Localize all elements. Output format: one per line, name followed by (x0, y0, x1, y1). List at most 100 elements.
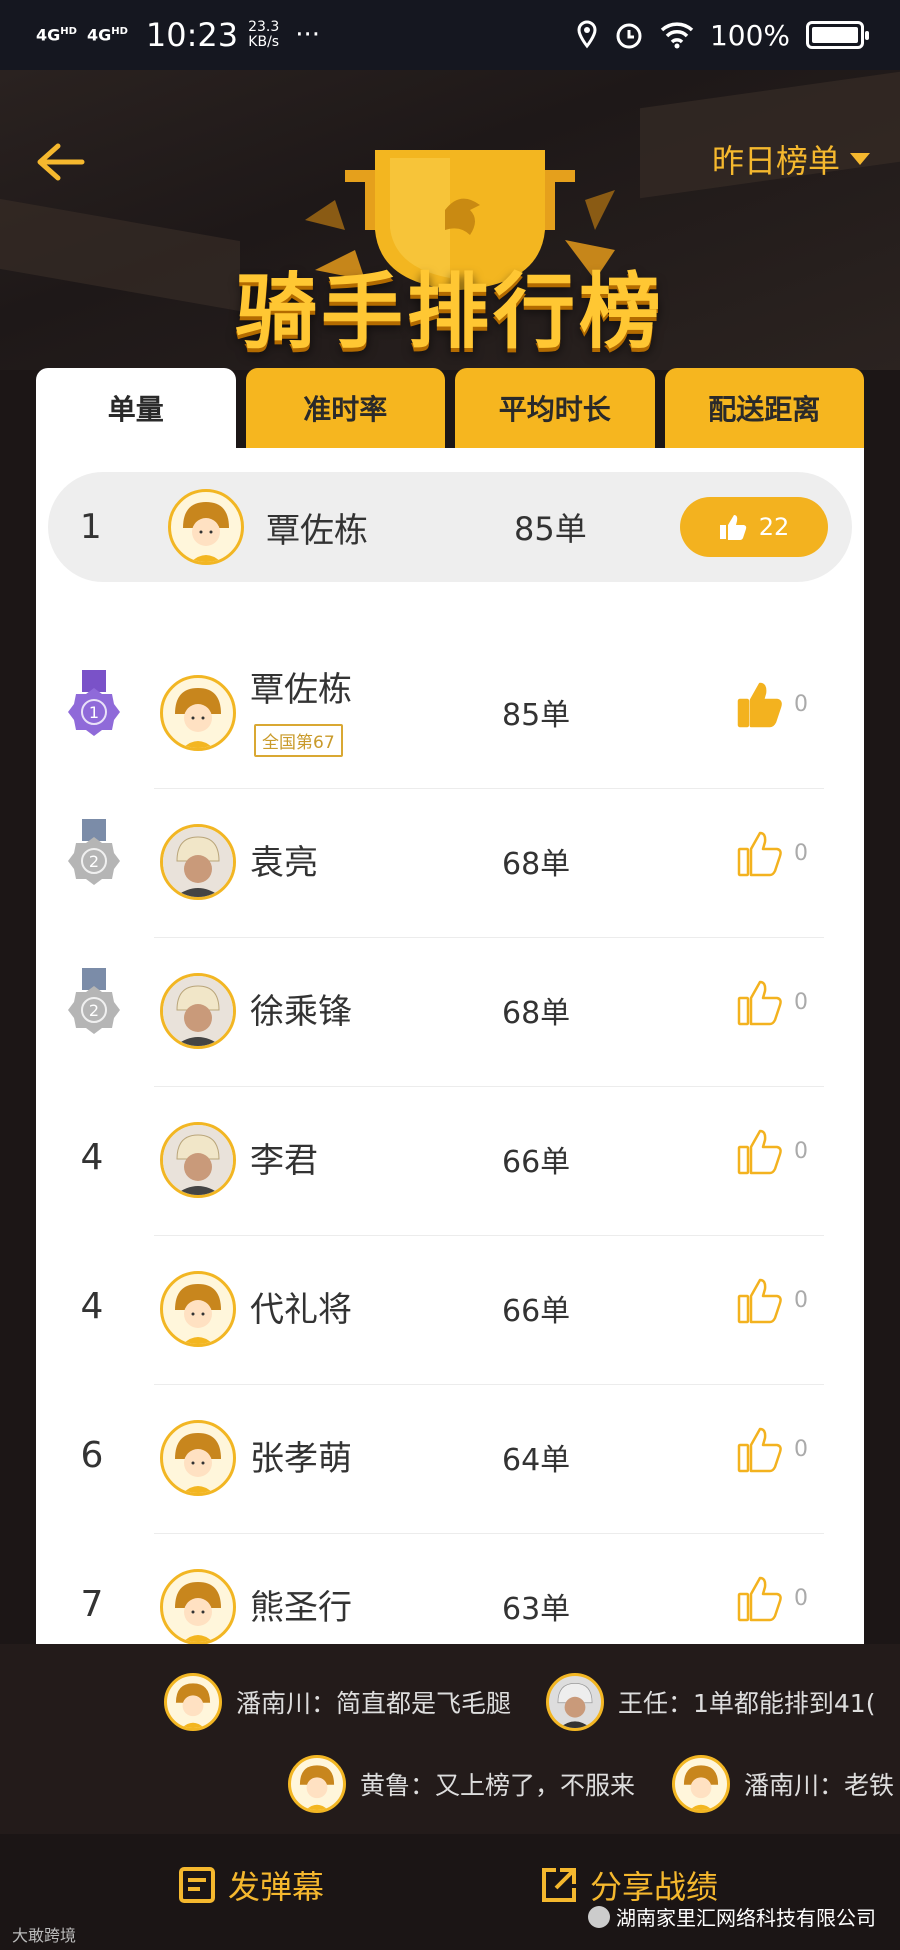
like-count: 0 (794, 1288, 808, 1313)
tab-average-duration[interactable]: 平均时长 (455, 368, 655, 448)
network-indicator-1: 4GHD (36, 25, 77, 45)
like-count: 0 (794, 692, 808, 717)
bottom-bar: 发弹幕 分享战绩 湖南家里汇网络科技有限公司 大敢跨境 (0, 1834, 900, 1950)
silver-medal-icon: 2 (68, 819, 120, 885)
network-indicator-2: 4GHD (86, 25, 128, 45)
avatar (160, 1122, 236, 1198)
watermark: 湖南家里汇网络科技有限公司 (588, 1902, 876, 1931)
table-row: 6 张孝萌 64单 0 (36, 1385, 864, 1534)
medal-number: 2 (89, 852, 99, 871)
danmu-item: 潘南川：老铁 (672, 1755, 895, 1813)
danmu-text: 王任：1单都能排到41( (618, 1689, 876, 1718)
danmu-text: 潘南川：简直都是飞毛腿 (236, 1689, 512, 1718)
order-count: 68单 (502, 996, 571, 1031)
danmu-item: 潘南川：简直都是飞毛腿 (164, 1673, 512, 1731)
my-like-button[interactable]: 22 (680, 497, 828, 557)
watermark-text: 湖南家里汇网络科技有限公司 (616, 1906, 876, 1930)
order-count: 64单 (502, 1443, 571, 1478)
avatar (672, 1755, 730, 1813)
rider-name: 徐乘锋 (250, 992, 352, 1032)
rider-name: 熊圣行 (250, 1588, 352, 1628)
danmu-item: 王任：1单都能排到41( (546, 1673, 876, 1731)
avatar (160, 973, 236, 1049)
send-danmu-button[interactable]: 发弹幕 (178, 1862, 324, 1908)
wechat-icon (588, 1905, 610, 1928)
avatar (160, 675, 236, 751)
avatar (160, 1420, 236, 1496)
battery-icon (806, 21, 869, 49)
period-selector[interactable]: 昨日榜单 (712, 136, 870, 182)
avatar (168, 489, 244, 565)
header-banner: 昨日榜单 骑手排行榜 (0, 70, 900, 370)
table-row: 4 李君 66单 0 (36, 1087, 864, 1236)
brand-logo: 大敢跨境 (12, 1926, 77, 1945)
my-orders: 85单 (514, 510, 587, 548)
rider-name: 袁亮 (250, 843, 318, 883)
medal-number: 1 (89, 703, 99, 722)
order-count: 63单 (502, 1592, 571, 1627)
medal-number: 2 (89, 1001, 99, 1020)
thumbs-up-icon[interactable] (736, 1127, 786, 1177)
rank-number: 4 (80, 1286, 104, 1327)
danmu-text: 潘南川：老铁 (744, 1771, 895, 1800)
status-bar: 4GHD 4GHD 10:23 23.3 KB/s ··· 100% (0, 0, 900, 70)
danmu-text: 黄鲁：又上榜了，不服来 (360, 1771, 636, 1800)
more-notifications-icon: ··· (295, 20, 321, 50)
avatar (160, 1271, 236, 1347)
back-arrow-icon[interactable] (34, 140, 86, 184)
gold-medal-icon: 1 (68, 670, 120, 736)
ranking-panel: 1 覃佐栋 85单 22 1 覃佐栋 全国第67 85单 0 2 袁亮 68单 … (36, 448, 864, 1644)
thumbs-up-icon (719, 515, 746, 540)
thumbs-up-icon[interactable] (736, 829, 786, 879)
rider-list: 1 覃佐栋 全国第67 85单 0 2 袁亮 68单 0 2 徐乘锋 68单 0… (36, 640, 864, 1644)
order-count: 68单 (502, 847, 571, 882)
alarm-icon (616, 23, 642, 49)
like-count: 0 (794, 1586, 808, 1611)
avatar (164, 1673, 222, 1731)
rider-name: 张孝萌 (250, 1439, 352, 1479)
rank-number: 7 (80, 1584, 104, 1625)
chevron-down-icon (850, 153, 870, 165)
like-count: 0 (794, 1437, 808, 1462)
like-count: 0 (794, 1139, 808, 1164)
thumbs-up-icon[interactable] (736, 1574, 786, 1624)
status-right: 100% (576, 18, 869, 52)
rank-number: 4 (80, 1137, 104, 1178)
share-icon (542, 1868, 576, 1902)
avatar (160, 1569, 236, 1644)
order-count: 66单 (502, 1145, 571, 1180)
wifi-icon (660, 22, 694, 49)
tab-order-count[interactable]: 单量 (36, 368, 236, 448)
order-count: 66单 (502, 1294, 571, 1329)
page-title: 骑手排行榜 (234, 265, 665, 360)
metric-tabs: 单量 准时率 平均时长 配送距离 (36, 368, 864, 448)
avatar (546, 1673, 604, 1731)
my-rank-row: 1 覃佐栋 85单 22 (48, 472, 852, 582)
thumbs-up-icon[interactable] (736, 1425, 786, 1475)
table-row: 2 袁亮 68单 0 (36, 789, 864, 938)
thumbs-up-icon[interactable] (736, 680, 786, 730)
rider-name: 覃佐栋 (250, 670, 352, 710)
table-row: 4 代礼将 66单 0 (36, 1236, 864, 1385)
rider-name: 李君 (250, 1141, 318, 1181)
danmu-area: 潘南川：简直都是飞毛腿 王任：1单都能排到41( 黄鲁：又上榜了，不服来 潘南川… (0, 1644, 900, 1834)
battery-percent: 100% (709, 18, 790, 52)
rider-name: 代礼将 (250, 1290, 352, 1330)
status-left: 4GHD 4GHD 10:23 23.3 KB/s ··· (36, 16, 320, 54)
order-count: 85单 (502, 698, 571, 733)
clock: 10:23 (145, 16, 239, 54)
location-icon (577, 20, 597, 49)
national-rank-badge: 全国第67 (254, 724, 343, 757)
like-count: 0 (794, 990, 808, 1015)
period-label: 昨日榜单 (711, 142, 840, 180)
thumbs-up-icon[interactable] (736, 978, 786, 1028)
thumbs-up-icon[interactable] (736, 1276, 786, 1326)
avatar (160, 824, 236, 900)
my-name: 覃佐栋 (266, 510, 368, 551)
send-danmu-label: 发弹幕 (228, 1868, 325, 1906)
like-count: 0 (794, 841, 808, 866)
tab-on-time-rate[interactable]: 准时率 (245, 368, 445, 448)
table-row: 2 徐乘锋 68单 0 (36, 938, 864, 1087)
tab-delivery-distance[interactable]: 配送距离 (664, 368, 864, 448)
danmu-item: 黄鲁：又上榜了，不服来 (288, 1755, 636, 1813)
